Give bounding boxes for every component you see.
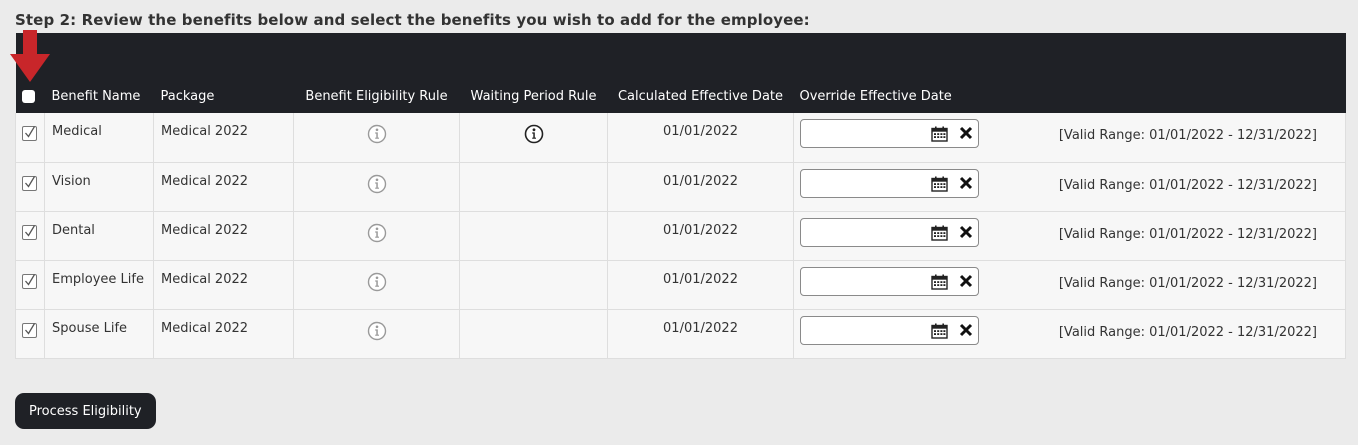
override-date-field bbox=[800, 168, 979, 198]
calendar-icon[interactable] bbox=[931, 274, 948, 294]
override-date-field bbox=[800, 217, 979, 247]
table-row: Spouse Life Medical 2022 01/01/2022 [Val… bbox=[15, 309, 1346, 359]
valid-range: [Valid Range: 01/01/2022 - 12/31/2022] bbox=[993, 211, 1346, 261]
benefit-name: Spouse Life bbox=[44, 309, 154, 359]
clear-date-icon[interactable] bbox=[959, 176, 973, 194]
calculated-effective-date: 01/01/2022 bbox=[607, 309, 794, 359]
row-select-cell bbox=[15, 309, 45, 359]
calendar-icon[interactable] bbox=[931, 126, 948, 146]
col-override-date[interactable]: Override Effective Date bbox=[794, 33, 994, 113]
valid-range: [Valid Range: 01/01/2022 - 12/31/2022] bbox=[993, 162, 1346, 212]
checkmark-icon bbox=[25, 322, 36, 335]
package-name: Medical 2022 bbox=[153, 260, 294, 310]
waiting-period-cell bbox=[459, 309, 608, 359]
eligibility-rule-cell bbox=[293, 211, 460, 261]
override-date-input[interactable] bbox=[801, 169, 933, 196]
row-checkbox[interactable] bbox=[22, 224, 37, 240]
col-waiting-period-rule[interactable]: Waiting Period Rule bbox=[460, 33, 608, 113]
package-name: Medical 2022 bbox=[153, 211, 294, 261]
package-name: Medical 2022 bbox=[153, 162, 294, 212]
package-name: Medical 2022 bbox=[153, 113, 294, 163]
eligibility-rule-cell bbox=[293, 309, 460, 359]
table-header-row: Benefit Name Package Benefit Eligibility… bbox=[15, 33, 1346, 113]
calculated-effective-date: 01/01/2022 bbox=[607, 162, 794, 212]
valid-range: [Valid Range: 01/01/2022 - 12/31/2022] bbox=[993, 113, 1346, 163]
eligibility-rule-cell bbox=[293, 162, 460, 212]
info-icon[interactable] bbox=[367, 174, 387, 198]
row-select-cell bbox=[15, 211, 45, 261]
row-checkbox[interactable] bbox=[22, 322, 37, 338]
checkmark-icon bbox=[25, 273, 36, 286]
override-date-cell bbox=[793, 162, 994, 212]
eligibility-rule-cell bbox=[293, 113, 460, 163]
override-date-input[interactable] bbox=[801, 267, 933, 294]
clear-date-icon[interactable] bbox=[959, 323, 973, 341]
benefit-name: Employee Life bbox=[44, 260, 154, 310]
clear-date-icon[interactable] bbox=[959, 225, 973, 243]
calculated-effective-date: 01/01/2022 bbox=[607, 211, 794, 261]
override-date-cell bbox=[793, 260, 994, 310]
table-row: Employee Life Medical 2022 01/01/2022 [V… bbox=[15, 260, 1346, 310]
checkmark-icon bbox=[25, 175, 36, 188]
table-row: Dental Medical 2022 01/01/2022 [Valid Ra… bbox=[15, 211, 1346, 261]
row-select-cell bbox=[15, 113, 45, 163]
override-date-input[interactable] bbox=[801, 120, 933, 146]
benefit-name: Vision bbox=[44, 162, 154, 212]
override-date-cell bbox=[793, 309, 994, 359]
override-date-input[interactable] bbox=[801, 316, 933, 343]
clear-date-icon[interactable] bbox=[959, 274, 973, 292]
red-arrow-indicator bbox=[10, 30, 50, 82]
waiting-period-cell bbox=[459, 260, 608, 310]
calculated-effective-date: 01/01/2022 bbox=[607, 113, 794, 163]
info-icon[interactable] bbox=[367, 124, 387, 148]
info-icon-dark[interactable] bbox=[524, 124, 544, 148]
calendar-icon[interactable] bbox=[931, 225, 948, 245]
row-checkbox[interactable] bbox=[22, 175, 37, 191]
col-benefit-name[interactable]: Benefit Name bbox=[45, 33, 154, 113]
calculated-effective-date: 01/01/2022 bbox=[607, 260, 794, 310]
valid-range: [Valid Range: 01/01/2022 - 12/31/2022] bbox=[993, 309, 1346, 359]
table-row: Medical Medical 2022 01/01/2022 [Valid R… bbox=[15, 113, 1346, 163]
info-icon[interactable] bbox=[367, 272, 387, 296]
select-all-checkbox[interactable] bbox=[21, 90, 35, 103]
row-checkbox[interactable] bbox=[22, 273, 37, 289]
col-calculated-date[interactable]: Calculated Effective Date bbox=[608, 33, 794, 113]
row-select-cell bbox=[15, 260, 45, 310]
override-date-input[interactable] bbox=[801, 218, 933, 245]
override-date-field bbox=[800, 119, 979, 148]
override-date-field bbox=[800, 315, 979, 345]
override-date-field bbox=[800, 266, 979, 296]
row-select-cell bbox=[15, 162, 45, 212]
col-range bbox=[994, 33, 1346, 113]
eligibility-rule-cell bbox=[293, 260, 460, 310]
row-checkbox[interactable] bbox=[22, 126, 37, 141]
step-title: Step 2: Review the benefits below and se… bbox=[15, 11, 810, 29]
override-date-cell bbox=[793, 211, 994, 261]
checkmark-icon bbox=[25, 224, 36, 237]
benefit-name: Dental bbox=[44, 211, 154, 261]
col-package[interactable]: Package bbox=[154, 33, 294, 113]
clear-date-icon[interactable] bbox=[959, 126, 973, 144]
process-eligibility-button[interactable]: Process Eligibility bbox=[15, 393, 156, 429]
col-eligibility-rule[interactable]: Benefit Eligibility Rule bbox=[294, 33, 460, 113]
table-row: Vision Medical 2022 01/01/2022 [Valid Ra… bbox=[15, 162, 1346, 212]
benefits-table-wrap: Benefit Name Package Benefit Eligibility… bbox=[15, 33, 1346, 359]
override-date-cell bbox=[793, 113, 994, 163]
info-icon[interactable] bbox=[367, 223, 387, 247]
benefits-table-body: Medical Medical 2022 01/01/2022 [Valid R… bbox=[15, 113, 1346, 359]
calendar-icon[interactable] bbox=[931, 323, 948, 343]
waiting-period-cell bbox=[459, 113, 608, 163]
calendar-icon[interactable] bbox=[931, 176, 948, 196]
valid-range: [Valid Range: 01/01/2022 - 12/31/2022] bbox=[993, 260, 1346, 310]
benefits-table: Benefit Name Package Benefit Eligibility… bbox=[15, 33, 1346, 359]
benefit-name: Medical bbox=[44, 113, 154, 163]
info-icon[interactable] bbox=[367, 321, 387, 345]
package-name: Medical 2022 bbox=[153, 309, 294, 359]
waiting-period-cell bbox=[459, 162, 608, 212]
checkmark-icon bbox=[25, 126, 36, 138]
waiting-period-cell bbox=[459, 211, 608, 261]
